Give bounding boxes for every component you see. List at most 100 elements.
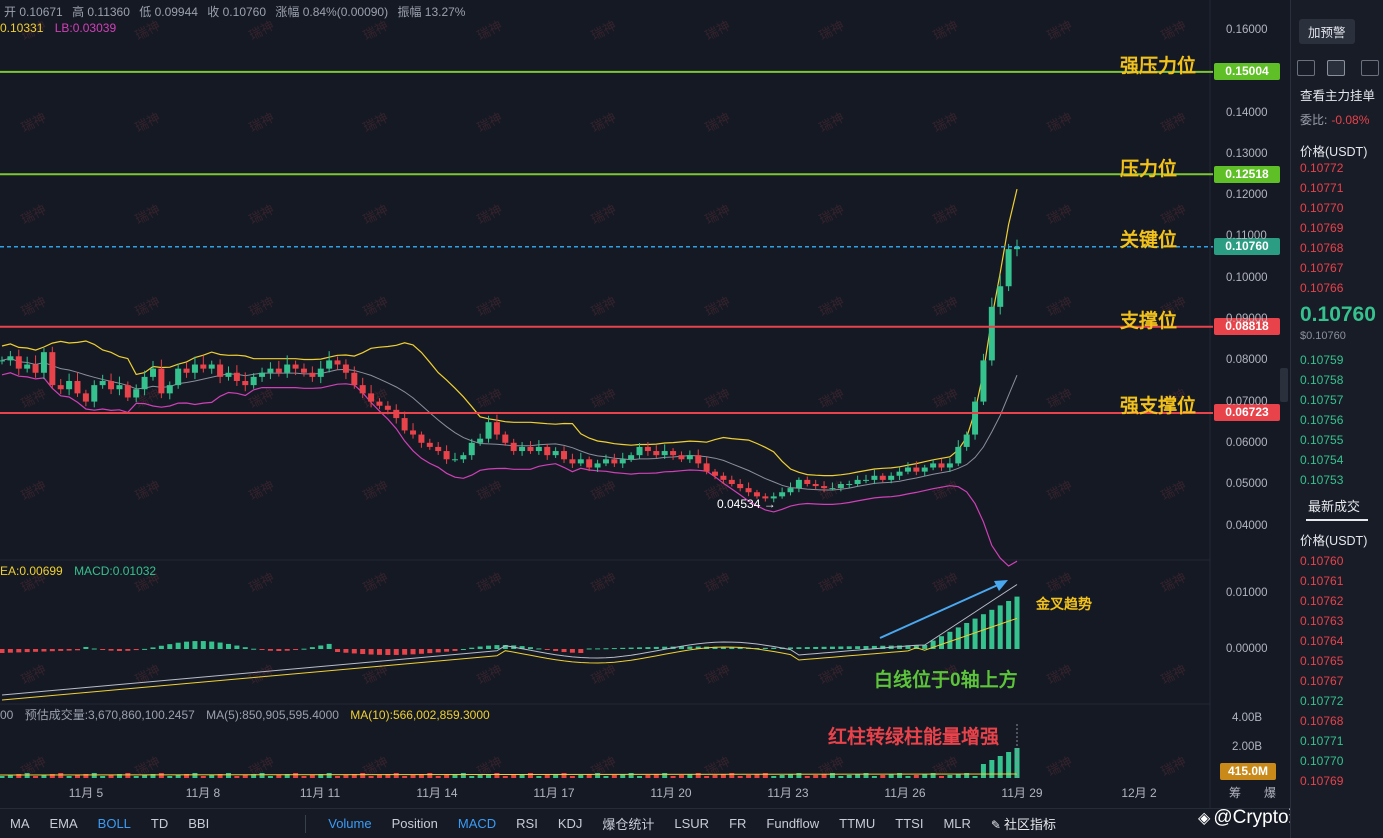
macd-histogram-bar [74,649,80,651]
candle-body [418,434,425,443]
latest-trades-tab[interactable]: 最新成交 [1308,496,1360,515]
indicator-tab-fr[interactable]: FR [719,816,756,831]
indicator-tab-volume[interactable]: Volume [318,816,381,831]
candle-body [166,385,173,394]
bid-row[interactable]: 0.10754 [1300,453,1343,467]
candle-body [368,393,375,402]
candle-body [795,479,802,489]
volume-ma5: MA(5):850,905,595.4000 [206,708,339,722]
candle-body [577,459,584,464]
ohlc-close: 收 0.10760 [207,5,267,19]
candle-body [233,372,240,381]
candle-body [963,434,970,447]
book-both-icon[interactable] [1297,60,1315,76]
macd-histogram-bar [452,649,458,651]
main-order-link[interactable]: 查看主力挂单 [1300,85,1375,104]
candlestick-chart[interactable] [0,0,1290,808]
volume-bar [158,773,164,778]
chart-area[interactable]: 瑞神瑞神瑞神瑞神瑞神瑞神瑞神瑞神瑞神瑞神瑞神瑞神瑞神瑞神瑞神瑞神瑞神瑞神瑞神瑞神… [0,0,1290,808]
candle-body [703,463,710,472]
volume-bar [947,775,953,778]
bid-row[interactable]: 0.10753 [1300,473,1343,487]
volume-bar [335,776,341,778]
add-alert-button[interactable]: 加预警 [1299,19,1355,44]
bid-row[interactable]: 0.10757 [1300,393,1343,407]
bid-row[interactable]: 0.10755 [1300,433,1343,447]
candle-body [670,451,677,456]
indicator-tab-bbi[interactable]: BBI [178,816,219,831]
price-tick: 0.10000 [1226,272,1268,284]
indicator-tab-ema[interactable]: EMA [40,816,88,831]
candle-body [175,368,182,386]
macd-histogram-bar [460,649,466,650]
volume-bar [628,773,634,778]
candle-body [753,492,760,497]
indicator-tab-rsi[interactable]: RSI [506,816,548,831]
bid-row[interactable]: 0.10759 [1300,353,1343,367]
indicator-tab-lsur[interactable]: LSUR [664,816,719,831]
candle-body [351,372,358,386]
community-indicators-button[interactable]: ✎ 社区指标 [981,814,1066,833]
volume-bar [922,774,928,778]
book-bids-icon[interactable] [1327,60,1345,76]
candle-body [443,451,450,460]
candle-body [863,479,870,481]
volume-bar [301,776,307,778]
candle-body [7,356,14,361]
candle-body [401,418,408,431]
ask-row[interactable]: 0.10766 [1300,281,1343,295]
candle-body [217,364,224,377]
candle-body [24,364,31,369]
indicator-tab-position[interactable]: Position [382,816,448,831]
macd-histogram-bar [49,649,55,652]
candle-body [955,446,962,464]
indicator-tab-td[interactable]: TD [141,816,178,831]
macd-histogram-bar [33,649,39,652]
bid-row[interactable]: 0.10756 [1300,413,1343,427]
volume-bar [133,776,139,778]
candle-body [451,459,458,461]
price-tick: 0.06000 [1226,437,1268,449]
macd-histogram-bar [527,647,533,649]
volume-tag: 415.0M [1220,763,1276,780]
indicator-tab-macd[interactable]: MACD [448,816,506,831]
volume-bar [200,776,206,778]
candle-body [821,486,828,489]
indicator-tab-fundflow[interactable]: Fundflow [756,816,829,831]
indicator-tab-boll[interactable]: BOLL [88,816,141,831]
volume-bar [536,776,542,778]
book-asks-icon[interactable] [1361,60,1379,76]
ask-row[interactable]: 0.10769 [1300,221,1343,235]
ohlc-amplitude: 振幅 13.27% [397,5,466,19]
candle-body [485,422,492,439]
macd-histogram-bar [100,649,106,650]
indicator-tab-ttmu[interactable]: TTMU [829,816,885,831]
date-tick: 爆 [1263,786,1277,800]
indicator-tab-kdj[interactable]: KDJ [548,816,593,831]
candle-body [342,364,349,373]
panel-collapse-handle[interactable] [1280,368,1288,402]
candle-body [988,306,995,361]
candle-body [946,463,953,468]
macd-histogram-bar [561,649,567,653]
ask-row[interactable]: 0.10771 [1300,181,1343,195]
indicator-tab-liquidation[interactable]: 爆仓统计 [592,814,664,833]
candle-body [91,385,98,402]
indicator-tab-ma[interactable]: MA [0,816,40,831]
boll-upper-value: 0.10331 [0,21,44,35]
candle-body [586,459,593,468]
ask-row[interactable]: 0.10772 [1300,161,1343,175]
macd-histogram-bar [318,645,324,649]
volume-bar [561,773,567,778]
ask-row[interactable]: 0.10767 [1300,261,1343,275]
macd-histogram-bar [192,641,198,649]
volume-bar [813,775,819,778]
indicator-tab-mlr[interactable]: MLR [933,816,980,831]
indicator-tab-ttsi[interactable]: TTSI [885,816,933,831]
ask-row[interactable]: 0.10768 [1300,241,1343,255]
volume-prefix: 00 [0,708,14,722]
trade-row: 0.10761 [1300,574,1344,588]
bid-row[interactable]: 0.10758 [1300,373,1343,387]
ohlc-open: 开 0.10671 [4,5,63,19]
ask-row[interactable]: 0.10770 [1300,201,1343,215]
